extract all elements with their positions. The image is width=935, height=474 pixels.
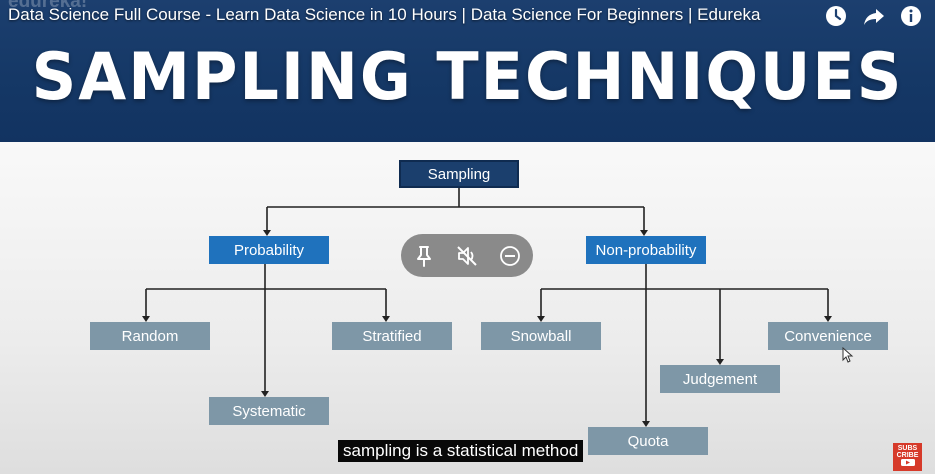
- node-convenience: Convenience: [768, 322, 888, 350]
- subscribe-badge[interactable]: SUBS CRIBE: [893, 443, 922, 471]
- mouse-cursor-icon: [842, 347, 854, 363]
- subscribe-line1: SUBS: [897, 445, 918, 452]
- node-non-probability: Non-probability: [586, 236, 706, 264]
- node-systematic: Systematic: [209, 397, 329, 425]
- subscribe-line2: CRIBE: [896, 452, 919, 459]
- pin-icon[interactable]: [411, 243, 437, 269]
- minus-circle-icon[interactable]: [497, 243, 523, 269]
- video-frame[interactable]: edureka! Data Science Full Course - Lear…: [0, 0, 935, 474]
- node-sampling: Sampling: [399, 160, 519, 188]
- node-random: Random: [90, 322, 210, 350]
- closed-caption: sampling is a statistical method: [338, 440, 584, 462]
- node-snowball: Snowball: [481, 322, 601, 350]
- node-judgement: Judgement: [660, 365, 780, 393]
- node-quota: Quota: [588, 427, 708, 455]
- floating-player-controls: [401, 234, 533, 277]
- node-probability: Probability: [209, 236, 329, 264]
- mute-icon[interactable]: [454, 243, 480, 269]
- subscribe-logo-icon: [900, 459, 915, 466]
- node-stratified: Stratified: [332, 322, 452, 350]
